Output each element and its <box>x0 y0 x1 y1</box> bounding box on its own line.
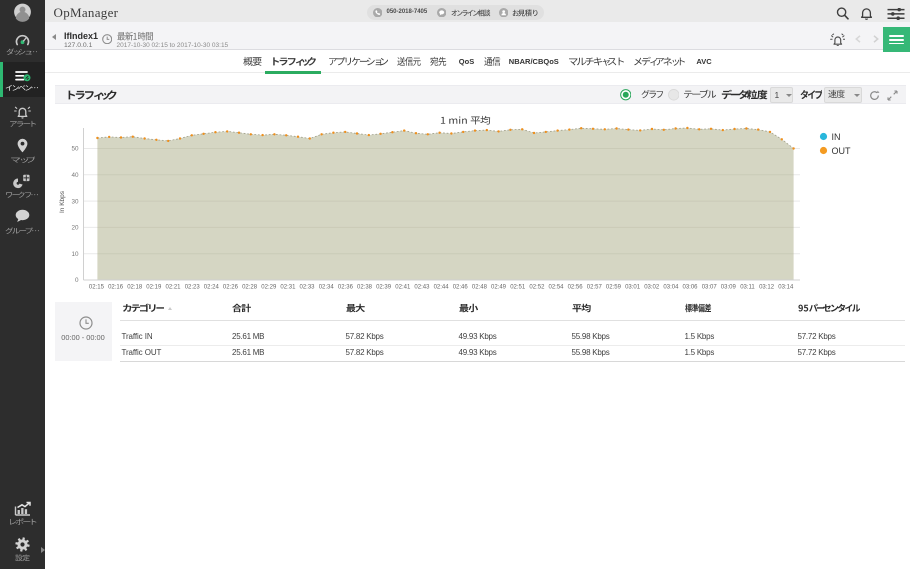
svg-text:02:43: 02:43 <box>414 285 430 291</box>
svg-text:02:41: 02:41 <box>395 285 411 291</box>
svg-text:02:24: 02:24 <box>204 285 220 291</box>
svg-text:02:18: 02:18 <box>127 285 143 291</box>
svg-text:02:51: 02:51 <box>510 285 526 291</box>
svg-text:OUT: OUT <box>832 146 852 156</box>
svg-text:02:52: 02:52 <box>529 285 545 291</box>
svg-text:02:36: 02:36 <box>338 285 354 291</box>
svg-text:02:26: 02:26 <box>223 285 239 291</box>
svg-text:02:28: 02:28 <box>242 285 258 291</box>
svg-text:03:14: 03:14 <box>778 285 794 291</box>
svg-text:03:11: 03:11 <box>740 285 755 291</box>
svg-text:02:44: 02:44 <box>434 285 450 291</box>
svg-text:40: 40 <box>71 172 79 179</box>
svg-text:02:56: 02:56 <box>568 285 584 291</box>
svg-text:02:23: 02:23 <box>185 285 201 291</box>
svg-text:IN: IN <box>832 132 841 142</box>
svg-text:03:02: 03:02 <box>644 285 660 291</box>
svg-text:02:57: 02:57 <box>587 285 603 291</box>
svg-text:02:33: 02:33 <box>299 285 315 291</box>
svg-text:02:46: 02:46 <box>453 285 469 291</box>
svg-text:20: 20 <box>71 225 79 232</box>
svg-text:02:54: 02:54 <box>548 285 564 291</box>
svg-text:50: 50 <box>71 146 79 153</box>
svg-text:03:07: 03:07 <box>702 285 718 291</box>
svg-text:02:39: 02:39 <box>376 285 392 291</box>
svg-text:In Kbps: In Kbps <box>59 190 66 213</box>
svg-text:02:48: 02:48 <box>472 285 488 291</box>
svg-text:03:01: 03:01 <box>625 285 641 291</box>
svg-text:02:49: 02:49 <box>491 285 507 291</box>
svg-text:02:31: 02:31 <box>280 285 296 291</box>
svg-text:02:59: 02:59 <box>606 285 622 291</box>
svg-text:0: 0 <box>75 277 79 284</box>
svg-text:03:12: 03:12 <box>759 285 775 291</box>
svg-text:03:09: 03:09 <box>721 285 737 291</box>
svg-text:10: 10 <box>71 251 79 258</box>
svg-text:02:38: 02:38 <box>357 285 373 291</box>
svg-text:02:34: 02:34 <box>319 285 335 291</box>
svg-text:02:21: 02:21 <box>165 285 181 291</box>
svg-text:03:06: 03:06 <box>682 285 698 291</box>
svg-text:02:16: 02:16 <box>108 285 124 291</box>
svg-text:02:29: 02:29 <box>261 285 277 291</box>
svg-text:03:04: 03:04 <box>663 285 679 291</box>
svg-text:02:19: 02:19 <box>146 285 162 291</box>
svg-text:30: 30 <box>71 198 79 205</box>
svg-text:02:15: 02:15 <box>89 285 105 291</box>
